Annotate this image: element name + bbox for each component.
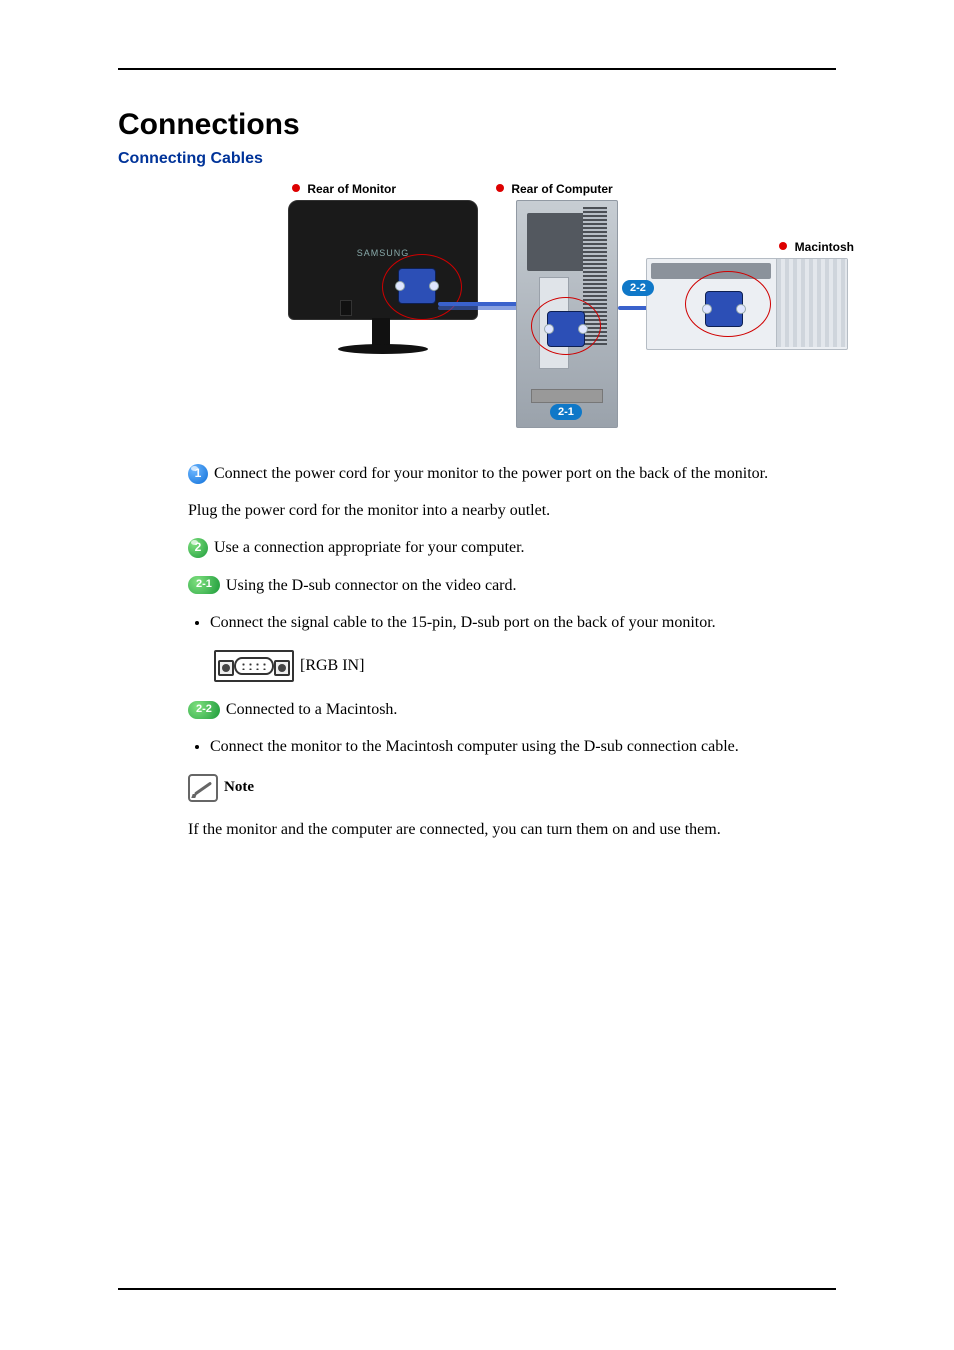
bottom-horizontal-rule — [118, 1288, 836, 1290]
vga-plug-icon — [705, 291, 743, 327]
diagram-label-rear-computer: Rear of Computer — [496, 182, 613, 196]
monitor-graphic: SAMSUNG — [288, 200, 478, 380]
diagram-label-text: Rear of Monitor — [307, 182, 396, 196]
red-dot-icon — [779, 242, 787, 250]
note-text: If the monitor and the computer are conn… — [188, 818, 836, 841]
body-content: 1 Connect the power cord for your monito… — [188, 462, 836, 842]
monitor-base — [338, 344, 428, 354]
step-2-2-bullet-list: Connect the monitor to the Macintosh com… — [210, 735, 836, 758]
mac-front-grille — [776, 259, 847, 347]
rgb-in-label: [RGB IN] — [300, 654, 364, 677]
step-2-1-bullet: Connect the signal cable to the 15-pin, … — [210, 611, 836, 634]
badge-2-icon: 2 — [188, 538, 208, 558]
step-2-1-bullet-list: Connect the signal cable to the 15-pin, … — [210, 611, 836, 634]
diagram-label-macintosh: Macintosh — [779, 240, 854, 254]
note-row: Note — [188, 774, 836, 802]
monitor-brand-text: SAMSUNG — [357, 248, 410, 258]
connector-screw-left-icon — [218, 660, 234, 676]
step-2-row: 2 Use a connection appropriate for your … — [188, 536, 836, 559]
step-2-1-row: 2-1 Using the D-sub connector on the vid… — [188, 574, 836, 597]
step-1-row: 1 Connect the power cord for your monito… — [188, 462, 836, 485]
step-2-2-bullet: Connect the monitor to the Macintosh com… — [210, 735, 836, 758]
tower-expansion-slot — [531, 389, 603, 403]
step-1-text: Connect the power cord for your monitor … — [214, 462, 768, 485]
red-dot-icon — [496, 184, 504, 192]
pc-tower-graphic — [516, 200, 618, 428]
rgb-in-row: [RGB IN] — [214, 650, 836, 682]
dsub-pins-icon — [240, 662, 268, 670]
step-2-1-text: Using the D-sub connector on the video c… — [226, 574, 517, 597]
badge-2-1-icon: 2-1 — [188, 576, 220, 594]
diagram-tag-2-2: 2-2 — [622, 280, 654, 296]
red-dot-icon — [292, 184, 300, 192]
connector-screw-right-icon — [274, 660, 290, 676]
badge-1-icon: 1 — [188, 464, 208, 484]
vga-plug-icon — [547, 311, 585, 347]
top-horizontal-rule — [118, 68, 836, 70]
vga-plug-icon — [398, 268, 436, 304]
note-icon — [188, 774, 218, 802]
diagram-label-text: Rear of Computer — [511, 182, 612, 196]
power-plug-icon — [340, 300, 352, 316]
note-label: Note — [224, 777, 254, 799]
step-1b-text: Plug the power cord for the monitor into… — [188, 499, 836, 522]
macintosh-graphic — [646, 258, 848, 350]
document-page: Connections Connecting Cables Rear of Mo… — [0, 0, 954, 1350]
step-2-2-text: Connected to a Macintosh. — [226, 698, 398, 721]
dsub-shell-icon — [234, 657, 274, 675]
step-2-text: Use a connection appropriate for your co… — [214, 536, 525, 559]
connection-diagram: Rear of Monitor Rear of Computer Macinto… — [288, 182, 848, 442]
monitor-neck — [372, 318, 390, 346]
step-2-2-row: 2-2 Connected to a Macintosh. — [188, 698, 836, 721]
page-title: Connections — [118, 108, 836, 142]
badge-2-2-icon: 2-2 — [188, 701, 220, 719]
diagram-label-rear-monitor: Rear of Monitor — [292, 182, 396, 196]
section-subtitle: Connecting Cables — [118, 150, 836, 168]
diagram-tag-2-1: 2-1 — [550, 404, 582, 420]
dsub-connector-icon — [214, 650, 294, 682]
diagram-label-text: Macintosh — [795, 240, 854, 254]
